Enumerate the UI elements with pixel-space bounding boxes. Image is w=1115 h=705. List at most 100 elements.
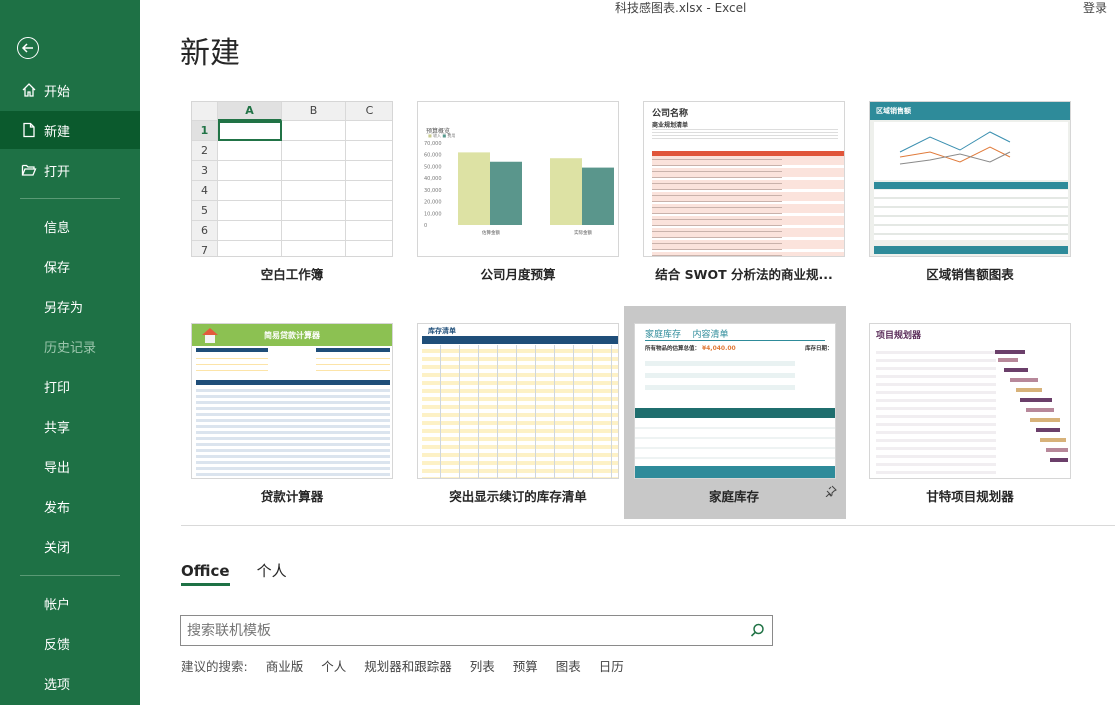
thumb-title: 库存清单 [428, 327, 456, 335]
sidebar-item-open[interactable]: 打开 [0, 151, 140, 189]
template-tile-regional-sales[interactable]: 区域销售额 区域销售额图表 [860, 101, 1071, 282]
thumb-title: 简易贷款计算器 [264, 331, 320, 340]
sidebar-item-print[interactable]: 打印 [0, 367, 140, 405]
template-thumbnail: 库存清单 [417, 323, 619, 479]
thumb-title: 家庭库存 内容清单 [645, 330, 729, 340]
sidebar-item-save[interactable]: 保存 [0, 247, 140, 285]
window-title: 科技感图表.xlsx - Excel [615, 1, 747, 15]
sidebar-item-options[interactable]: 选项 [0, 664, 140, 702]
sign-in-link[interactable]: 登录 [1083, 0, 1107, 16]
sidebar-item-export[interactable]: 导出 [0, 447, 140, 485]
template-tile-loan-calculator[interactable]: 简易贷款计算器 贷款计算器 [182, 323, 393, 504]
sidebar-item-feedback[interactable]: 反馈 [0, 624, 140, 662]
template-tile-gantt-planner[interactable]: 项目规划器 甘特项目规划器 [860, 323, 1071, 504]
template-thumbnail: 简易贷款计算器 [191, 323, 393, 479]
suggested-link[interactable]: 预算 [513, 659, 538, 674]
template-name: 贷款计算器 [260, 489, 324, 504]
y-tick-label: 70,000 [424, 141, 442, 147]
sidebar-item-label: 历史记录 [44, 340, 97, 356]
grid-cell [282, 221, 346, 241]
budget-chart: 70,000 60,000 50,000 40,000 30,000 20,000 10,0… [424, 141, 614, 236]
grid-cell [218, 141, 282, 161]
template-tabs: Office 个人 [181, 560, 309, 586]
template-thumbnail: 区域销售额 [869, 101, 1071, 257]
sidebar-divider [20, 198, 120, 199]
grid-cell [346, 241, 392, 256]
suggested-link[interactable]: 规划器和跟踪器 [364, 659, 452, 674]
row-header: 5 [192, 201, 218, 221]
template-thumbnail: 家庭库存 内容清单 所有物品的估算总值： ¥4,040.00 库存日期： [634, 323, 836, 479]
sidebar-item-history: 历史记录 [0, 327, 140, 365]
sidebar-item-label: 开始 [44, 84, 71, 100]
column-header: A [218, 102, 282, 121]
sidebar-item-account[interactable]: 帐户 [0, 584, 140, 622]
grid-cell [282, 161, 346, 181]
template-tile-blank-workbook[interactable]: A B C 1234567 空白工作簿 [182, 101, 393, 282]
template-tile-home-inventory[interactable]: 家庭库存 内容清单 所有物品的估算总值： ¥4,040.00 库存日期： 家庭库… [624, 306, 846, 519]
grid-cell [282, 181, 346, 201]
sidebar-item-label: 信息 [44, 220, 71, 236]
template-tile-monthly-budget[interactable]: 预算概览 ■ 收入 ■ 费用 70,000 60,000 50,000 40,000 3… [408, 101, 619, 282]
search-icon[interactable] [750, 623, 765, 642]
budget-bar [458, 152, 490, 225]
suggested-link[interactable]: 日历 [599, 659, 624, 674]
suggested-link[interactable]: 列表 [470, 659, 495, 674]
sidebar-item-new[interactable]: 新建 [0, 111, 140, 149]
grid-cell [346, 161, 392, 181]
template-name: 区域销售额图表 [926, 267, 1014, 282]
back-button[interactable] [17, 37, 39, 59]
page-title: 新建 [180, 36, 240, 71]
grid-cell [346, 221, 392, 241]
grid-cell [218, 221, 282, 241]
row-header: 6 [192, 221, 218, 241]
grid-cell [282, 141, 346, 161]
grid-cell [346, 181, 392, 201]
sidebar-item-label: 关闭 [44, 540, 71, 556]
template-tile-inventory-list[interactable]: 库存清单 突出显示续订的库存清单 [408, 323, 619, 504]
template-name: 突出显示续订的库存清单 [449, 489, 587, 504]
suggested-searches: 建议的搜索: 商业版 个人 规划器和跟踪器 列表 预算 图表 日历 [181, 656, 638, 675]
suggested-label: 建议的搜索: [181, 659, 248, 674]
y-tick-label: 10,000 [424, 211, 442, 217]
sidebar-item-label: 另存为 [44, 300, 84, 316]
grid-cell [346, 201, 392, 221]
tab-office[interactable]: Office [181, 562, 230, 586]
template-name: 公司月度预算 [480, 267, 556, 282]
tab-personal[interactable]: 个人 [257, 560, 287, 584]
template-search-box [180, 615, 773, 646]
row-header: 2 [192, 141, 218, 161]
pin-icon[interactable] [825, 485, 837, 500]
search-input[interactable] [187, 621, 747, 641]
budget-bar [582, 167, 614, 225]
grid-cell [282, 201, 346, 221]
template-name: 结合 SWOT 分析法的商业规... [655, 267, 833, 282]
suggested-link[interactable]: 图表 [556, 659, 581, 674]
sidebar-item-save-as[interactable]: 另存为 [0, 287, 140, 325]
house-icon [200, 326, 220, 344]
sidebar-item-label: 反馈 [44, 637, 71, 653]
template-thumbnail: 项目规划器 [869, 323, 1071, 479]
x-tick-label: 估算金额 [482, 229, 500, 236]
x-tick-label: 实际金额 [574, 229, 592, 236]
template-tile-swot-plan[interactable]: 公司名称 商业规划清单 结合 SWOT 分析法的商业规... [634, 101, 845, 282]
sidebar-item-share[interactable]: 共享 [0, 407, 140, 445]
sidebar-item-label: 保存 [44, 260, 71, 276]
gantt-bars [995, 350, 1068, 462]
row-header: 4 [192, 181, 218, 201]
template-thumbnail: 公司名称 商业规划清单 [643, 101, 845, 257]
thumb-subtitle: 商业规划清单 [652, 122, 689, 129]
y-tick-label: 0 [424, 223, 427, 229]
template-thumbnail: A B C 1234567 [191, 101, 393, 257]
sidebar-item-label: 打开 [44, 164, 71, 180]
sidebar-item-home[interactable]: 开始 [0, 71, 140, 109]
sidebar-item-publish[interactable]: 发布 [0, 487, 140, 525]
suggested-link[interactable]: 个人 [321, 659, 346, 674]
new-document-icon [20, 121, 38, 139]
template-name: 家庭库存 [708, 489, 759, 504]
sidebar-item-info[interactable]: 信息 [0, 207, 140, 245]
sidebar-item-label: 导出 [44, 460, 71, 476]
sidebar-item-label: 选项 [44, 677, 71, 693]
grid-cell [346, 121, 392, 141]
suggested-link[interactable]: 商业版 [266, 659, 304, 674]
sidebar-item-close[interactable]: 关闭 [0, 527, 140, 565]
